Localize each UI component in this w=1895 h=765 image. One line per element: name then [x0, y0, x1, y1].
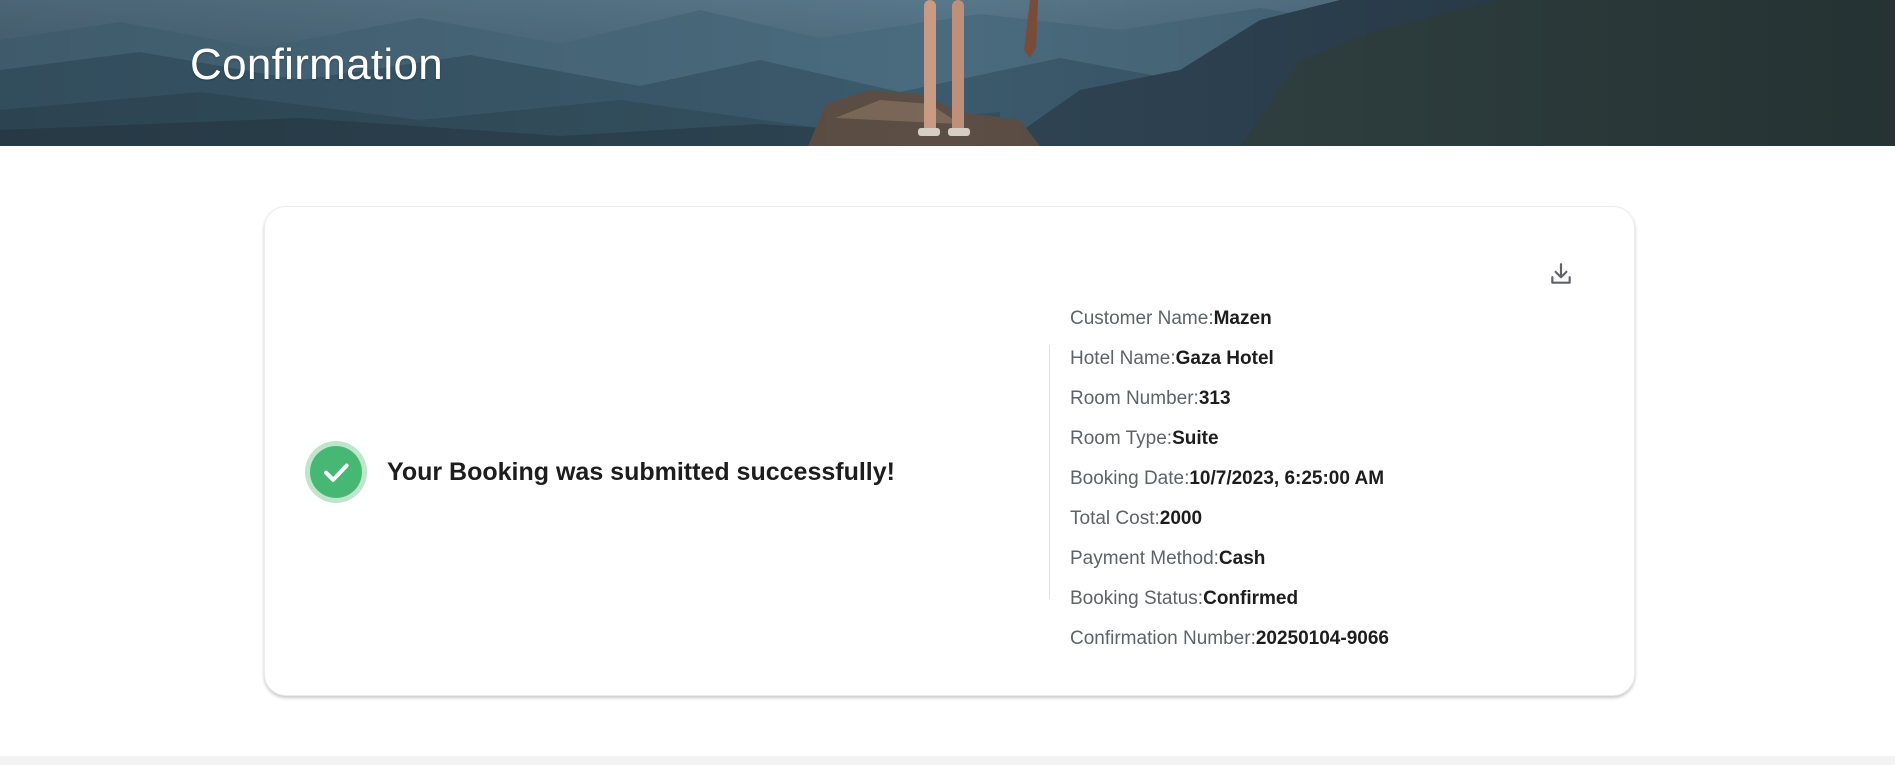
detail-booking-date: Booking Date:10/7/2023, 6:25:00 AM [1070, 459, 1389, 499]
detail-label: Booking Date: [1070, 468, 1190, 489]
detail-value: 20250104-9066 [1255, 628, 1389, 649]
detail-room-type: Room Type:Suite [1070, 419, 1389, 459]
detail-value: 2000 [1159, 508, 1203, 529]
detail-booking-status: Booking Status:Confirmed [1070, 579, 1389, 619]
detail-label: Room Number: [1070, 388, 1199, 409]
detail-total-cost: Total Cost:2000 [1070, 499, 1389, 539]
vertical-divider [1049, 345, 1050, 599]
confirmation-card: Your Booking was submitted successfully!… [264, 206, 1635, 696]
check-circle-icon [324, 463, 349, 482]
footer-band [0, 756, 1895, 765]
detail-label: Customer Name: [1070, 308, 1214, 329]
detail-room-number: Room Number:313 [1070, 379, 1389, 419]
detail-value: 10/7/2023, 6:25:00 AM [1189, 468, 1385, 489]
download-button[interactable] [1544, 257, 1578, 291]
detail-hotel-name: Hotel Name:Gaza Hotel [1070, 339, 1389, 379]
detail-confirmation-number: Confirmation Number:20250104-9066 [1070, 619, 1389, 659]
detail-value: Mazen [1213, 308, 1272, 329]
detail-label: Booking Status: [1070, 588, 1204, 609]
booking-details: Customer Name:Mazen Hotel Name:Gaza Hote… [1070, 299, 1389, 659]
detail-value: Gaza Hotel [1175, 348, 1274, 369]
detail-value: 313 [1198, 388, 1231, 409]
detail-label: Payment Method: [1070, 548, 1219, 569]
page-title: Confirmation [190, 40, 444, 89]
detail-value: Cash [1218, 548, 1266, 569]
detail-customer-name: Customer Name:Mazen [1070, 299, 1389, 339]
success-badge [305, 441, 367, 503]
detail-value: Suite [1172, 428, 1219, 449]
detail-payment-method: Payment Method:Cash [1070, 539, 1389, 579]
success-message: Your Booking was submitted successfully! [305, 441, 895, 503]
detail-label: Room Type: [1070, 428, 1173, 449]
download-icon [1551, 263, 1571, 284]
detail-label: Confirmation Number: [1070, 628, 1256, 649]
success-text: Your Booking was submitted successfully! [387, 457, 895, 486]
detail-label: Total Cost: [1070, 508, 1160, 529]
detail-label: Hotel Name: [1070, 348, 1176, 369]
detail-value: Confirmed [1203, 588, 1299, 609]
hero-banner: Confirmation [0, 0, 1895, 146]
